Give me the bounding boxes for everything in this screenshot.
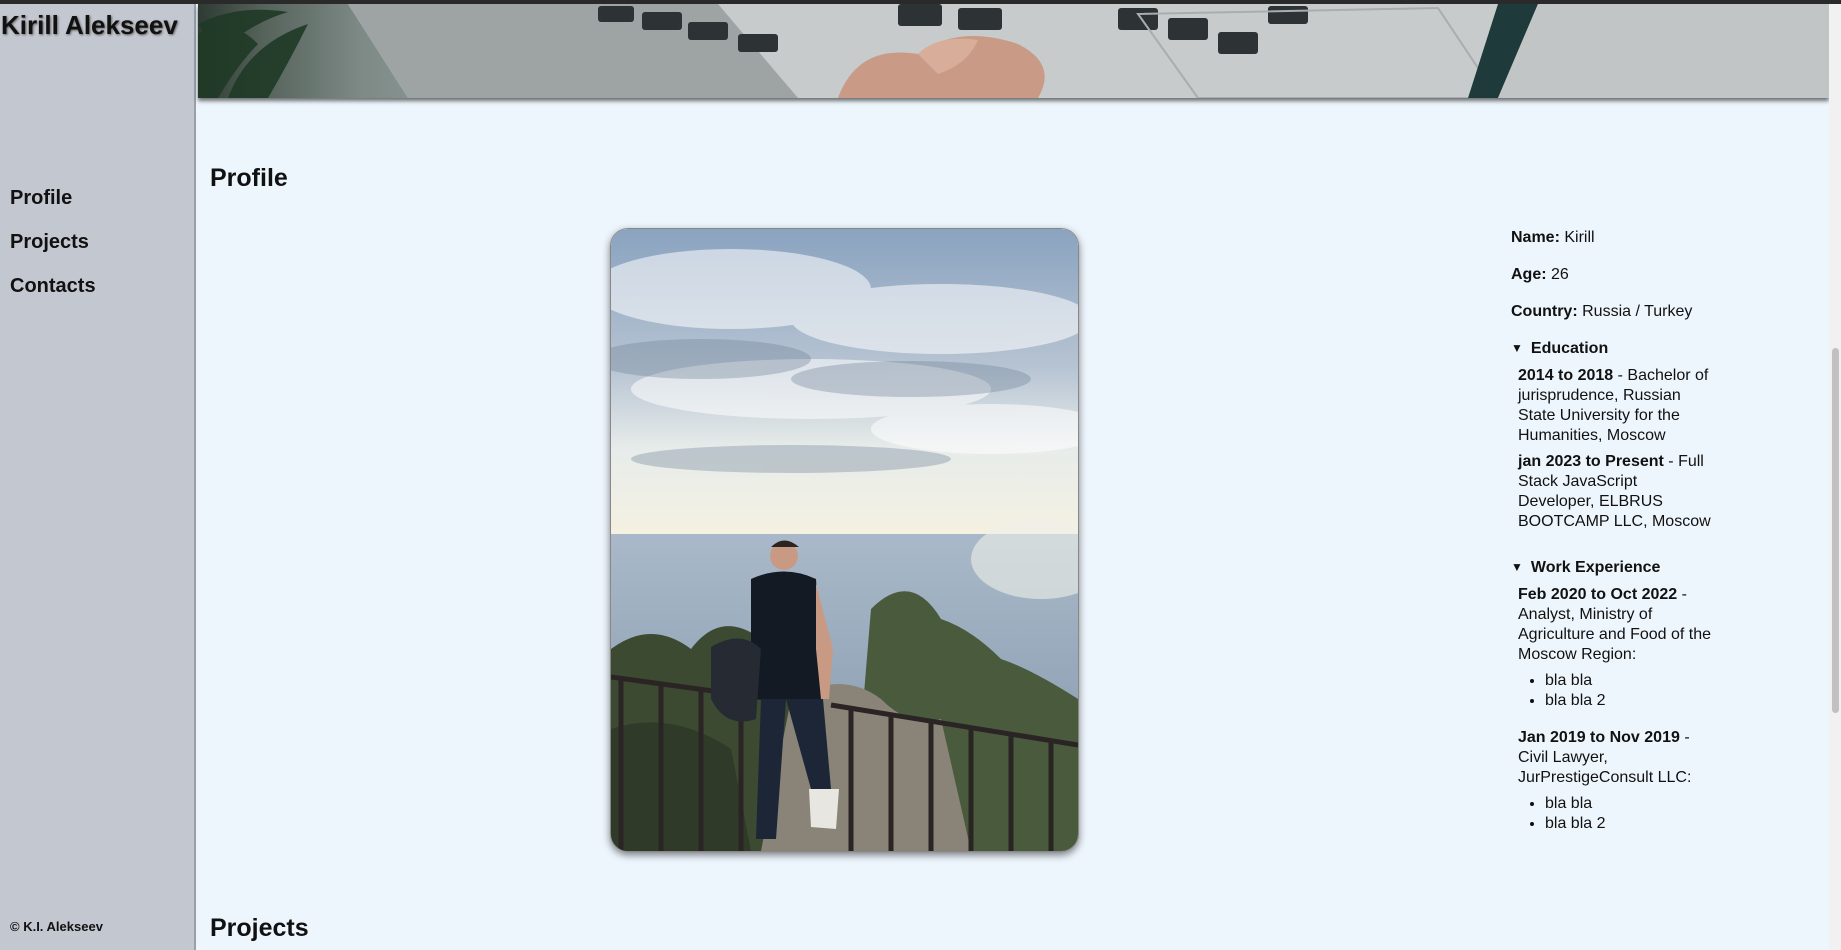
work-period: Feb 2020 to Oct 2022: [1518, 586, 1678, 603]
name-value: Kirill: [1564, 229, 1595, 246]
sidebar-nav: Profile Projects Contacts: [10, 185, 96, 317]
education-summary-label: Education: [1530, 340, 1609, 357]
scrollbar-thumb[interactable]: [1832, 348, 1839, 713]
country-label: Country:: [1511, 303, 1578, 320]
education-period: 2014 to 2018: [1518, 367, 1614, 384]
age-label: Age:: [1511, 266, 1547, 283]
country-row: Country: Russia / Turkey: [1511, 302, 1711, 322]
profile-photo: [610, 228, 1079, 852]
age-value: 26: [1551, 266, 1569, 283]
site-title: Kirill Alekseev: [1, 10, 178, 40]
name-label: Name:: [1511, 229, 1560, 246]
education-details: ▼ Education 2014 to 2018 - Bachelor of ju…: [1511, 339, 1711, 532]
work-summary-label: Work Experience: [1530, 559, 1661, 576]
nav-link-projects[interactable]: Projects: [10, 229, 96, 273]
projects-heading: Projects: [210, 914, 309, 942]
age-row: Age: 26: [1511, 265, 1711, 285]
work-summary-toggle[interactable]: ▼ Work Experience: [1511, 558, 1711, 578]
list-item: bla bla: [1545, 794, 1712, 814]
work-entry: Feb 2020 to Oct 2022 - Analyst, Ministry…: [1518, 585, 1712, 711]
name-row: Name: Kirill: [1511, 228, 1711, 248]
disclosure-triangle-icon: ▼: [1511, 341, 1523, 355]
education-entry: jan 2023 to Present - Full Stack JavaScr…: [1518, 452, 1712, 532]
page-scrollbar[interactable]: [1829, 4, 1841, 950]
education-summary-toggle[interactable]: ▼ Education: [1511, 339, 1711, 359]
profile-info: Name: Kirill Age: 26 Country: Russia / T…: [1511, 228, 1711, 840]
work-entry: Jan 2019 to Nov 2019 - Civil Lawyer, Jur…: [1518, 728, 1712, 834]
header-banner-image: [198, 4, 1829, 98]
work-duties-list: bla bla bla bla 2: [1518, 671, 1712, 711]
browser-top-edge: [0, 0, 1841, 4]
list-item: bla bla 2: [1545, 691, 1712, 711]
country-value: Russia / Turkey: [1582, 303, 1693, 320]
education-entry: 2014 to 2018 - Bachelor of jurisprudence…: [1518, 366, 1712, 446]
list-item: bla bla 2: [1545, 814, 1712, 834]
work-period: Jan 2019 to Nov 2019: [1518, 729, 1680, 746]
nav-link-contacts[interactable]: Contacts: [10, 273, 96, 317]
work-duties-list: bla bla bla bla 2: [1518, 794, 1712, 834]
sidebar: Kirill Alekseev Profile Projects Contact…: [0, 0, 196, 950]
nav-link-profile[interactable]: Profile: [10, 185, 96, 229]
list-item: bla bla: [1545, 671, 1712, 691]
copyright-text: © K.I. Alekseev: [10, 919, 103, 934]
disclosure-triangle-icon: ▼: [1511, 560, 1523, 574]
education-period: jan 2023 to Present: [1518, 453, 1664, 470]
profile-heading: Profile: [210, 164, 288, 192]
work-details: ▼ Work Experience Feb 2020 to Oct 2022 - …: [1511, 558, 1711, 834]
